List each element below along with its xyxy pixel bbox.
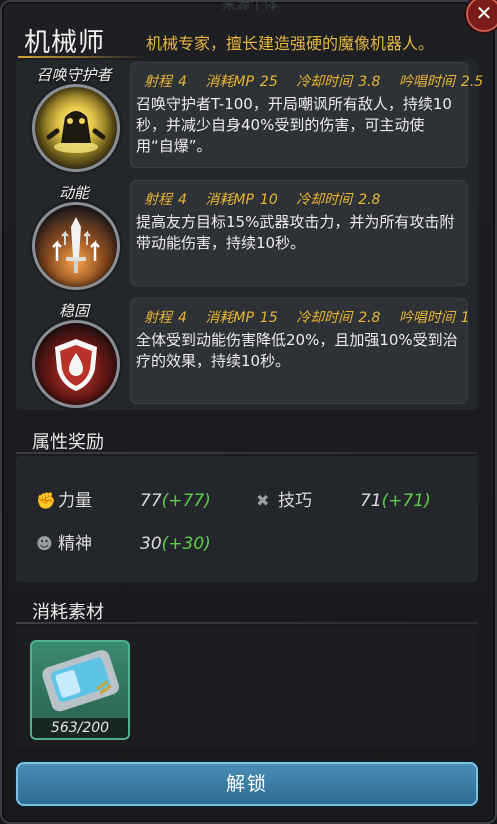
title-row: 机械师 机械专家，擅长建造强硬的魔像机器人。 (18, 22, 478, 58)
attribute-label: 技巧 (278, 491, 312, 511)
fist-icon: ✊ (36, 491, 56, 510)
head-icon: ☻ (36, 534, 53, 553)
class-description: 机械专家，擅长建造强硬的魔像机器人。 (146, 34, 435, 53)
mp-label: 消耗MP (205, 74, 254, 90)
attribute-bonus: (+30) (161, 534, 211, 554)
cooldown-value: 2.8 (358, 192, 381, 208)
skill-name: 召唤守护者 (36, 66, 112, 84)
skill-card: 射程 4 消耗MP 10 冷却时间 2.8 提高友方目标15%武器攻击力，并为所有攻击… (130, 180, 468, 286)
range-value: 4 (178, 192, 187, 208)
cast-value: 1 (460, 310, 470, 326)
skill-description: 召唤守护者T-100，开局嘲讽所有敌人，持续10秒，并减少自身40%受到的伤害，… (136, 95, 452, 155)
kinetic-sword-icon[interactable] (32, 202, 120, 290)
attribute-value: 71 (360, 491, 382, 511)
skill-item[interactable]: 召唤守护者 射程 4 消耗MP 25 冷却时间 3.8 吟唱时间 2.5 召唤守护者T- (16, 62, 483, 174)
attribute-label: 力量 (58, 491, 92, 511)
range-label: 射程 (144, 192, 172, 208)
attribute-strength: ✊ 力量 77(+77) (36, 486, 211, 511)
mp-value: 25 (259, 74, 278, 90)
mp-value: 10 (259, 192, 278, 208)
attribute-value: 77 (140, 491, 162, 511)
cooldown-label: 冷却时间 (296, 192, 353, 208)
attribute-spirit: ☻ 精神 30(+30) (36, 529, 211, 554)
materials-title: 消耗素材 (32, 602, 104, 623)
cast-label: 吟唱时间 (398, 74, 455, 90)
material-count: 563/200 (32, 718, 128, 738)
section-divider (16, 622, 478, 624)
attribute-skill: ✖ 技巧 71(+71) (256, 486, 431, 511)
attribute-label: 精神 (58, 534, 92, 554)
mp-label: 消耗MP (205, 310, 254, 326)
skill-card: 射程 4 消耗MP 15 冷却时间 2.8 吟唱时间 1 全体受到动能伤害降低20%，且… (130, 298, 470, 404)
title-underline (18, 56, 148, 58)
skill-description: 全体受到动能伤害降低20%，且加强10%受到治疗的效果，持续10秒。 (136, 331, 458, 370)
skill-stats: 射程 4 消耗MP 10 冷却时间 2.8 (144, 189, 394, 209)
summon-guardian-icon[interactable] (32, 84, 120, 172)
cooldown-value: 3.8 (358, 74, 381, 90)
skill-item[interactable]: 动能 射程 4 消耗MP 10 冷却时间 2.8 提高友方目标15%武器攻击力，… (16, 180, 478, 292)
skill-panel: 来源个体 机械师 机械专家，擅长建造强硬的魔像机器人。 召唤守护者 射程 4 消… (0, 0, 497, 824)
mp-label: 消耗MP (205, 192, 254, 208)
range-value: 4 (178, 74, 187, 90)
data-chip-icon (42, 650, 119, 712)
cooldown-label: 冷却时间 (296, 74, 353, 90)
skill-stats: 射程 4 消耗MP 15 冷却时间 2.8 吟唱时间 1 (144, 307, 470, 327)
material-item[interactable]: 563/200 (30, 640, 130, 740)
mp-value: 15 (259, 310, 278, 326)
range-label: 射程 (144, 310, 172, 326)
cooldown-value: 2.8 (358, 310, 381, 326)
skill-item[interactable]: 稳固 射程 4 消耗MP 15 冷却时间 2.8 吟唱时间 1 全体受到动能伤害降低20… (16, 298, 478, 410)
materials-box: 563/200 (16, 626, 478, 746)
cast-label: 吟唱时间 (398, 310, 455, 326)
attributes-box: ✊ 力量 77(+77) ✖ 技巧 71(+71) ☻ 精神 30(+30) (16, 456, 478, 582)
skills-list: 召唤守护者 射程 4 消耗MP 25 冷却时间 3.8 吟唱时间 2.5 召唤守护者T- (16, 60, 483, 410)
skill-description: 提高友方目标15%武器攻击力，并为所有攻击附带动能伤害，持续10秒。 (136, 213, 455, 252)
cooldown-label: 冷却时间 (296, 310, 353, 326)
cast-value: 2.5 (460, 74, 484, 90)
skill-stats: 射程 4 消耗MP 25 冷却时间 3.8 吟唱时间 2.5 (144, 71, 483, 91)
skill-name: 稳固 (58, 302, 89, 320)
wrench-icon: ✖ (256, 491, 270, 510)
attribute-bonus: (+77) (161, 491, 211, 511)
unlock-button[interactable]: 解锁 (16, 762, 478, 806)
attribute-value: 30 (140, 534, 162, 554)
skill-name: 动能 (58, 184, 89, 202)
skill-card: 射程 4 消耗MP 25 冷却时间 3.8 吟唱时间 2.5 召唤守护者T-100，开局… (130, 62, 483, 168)
range-value: 4 (178, 310, 187, 326)
range-label: 射程 (144, 74, 172, 90)
shield-drop-icon[interactable] (32, 320, 120, 408)
attributes-title: 属性奖励 (32, 432, 104, 453)
page-title: 机械师 (24, 28, 106, 58)
faded-header-text: 来源个体 (222, 0, 278, 13)
section-divider (16, 452, 478, 454)
attribute-bonus: (+71) (381, 491, 431, 511)
